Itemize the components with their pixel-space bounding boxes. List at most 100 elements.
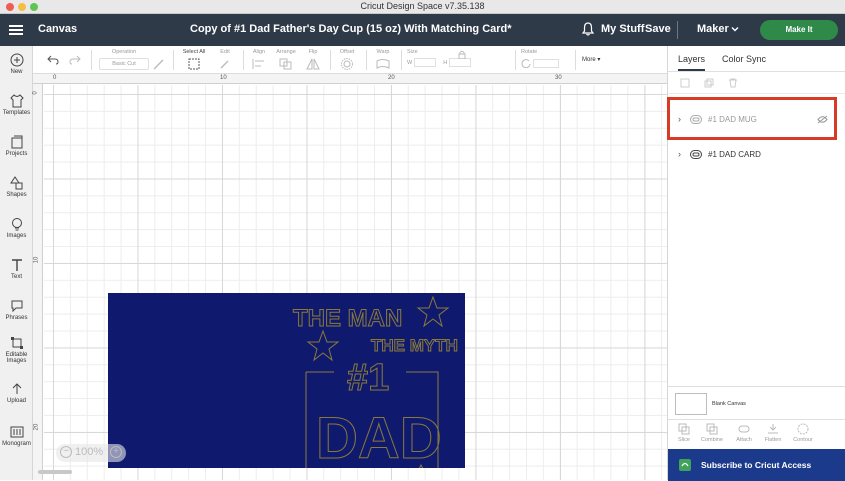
more-menu[interactable]: More ▾ [582,56,600,63]
plus-circle-icon [10,53,23,67]
sidebar-item-editable-images[interactable]: Editable Images [0,336,33,364]
sidebar-item-images[interactable]: Images [0,217,33,239]
rotate-group[interactable]: Rotate [521,49,571,70]
sidebar-item-shapes[interactable]: Shapes [0,176,33,198]
machine-selector[interactable]: Maker [697,23,729,35]
size-group[interactable]: Size W H [407,49,477,70]
layer-item[interactable]: › #1 DAD CARD [668,144,838,166]
toolbar-divider [330,50,331,70]
select-all-label: Select All [182,49,206,55]
warp-group[interactable]: Warp [372,49,394,70]
sidebar-item-new[interactable]: New [0,53,33,75]
operation-group[interactable]: Operation Basic Cut [99,49,149,70]
hamburger-icon[interactable] [9,25,23,35]
flip-icon[interactable] [306,58,320,70]
width-input[interactable] [413,58,436,67]
bulb-icon [11,218,22,231]
design-text-the-myth: THE MYTH [371,336,458,355]
bell-icon[interactable] [582,22,594,36]
duplicate-icon[interactable] [704,78,714,88]
subscribe-label: Subscribe to Cricut Access [701,460,812,470]
flatten-icon [768,424,778,434]
sidebar-item-text[interactable]: Text [0,258,33,280]
design-text-number-one: #1 [347,357,389,399]
zoom-in-icon[interactable]: + [110,446,122,458]
sidebar-item-templates[interactable]: Templates [0,94,33,116]
sidebar-item-phrases[interactable]: Phrases [0,299,33,321]
zoom-out-icon[interactable]: − [60,446,72,458]
sidebar-item-label: Phrases [5,315,28,321]
ruler-tick-label: 30 [555,75,562,81]
save-button[interactable]: Save [645,23,671,35]
undo-icon[interactable] [47,55,59,65]
trash-icon[interactable] [728,78,738,88]
flip-group[interactable]: Flip [303,49,323,70]
tool-label: Flatten [764,437,782,443]
tab-layers[interactable]: Layers [678,54,706,71]
attach-button[interactable]: Attach [730,423,758,443]
chat-icon [11,300,22,313]
subscribe-button[interactable]: Subscribe to Cricut Access [668,449,845,481]
toolbar-divider [91,50,92,70]
arrange-group[interactable]: Arrange [274,49,298,70]
sidebar-item-label: Monogram [2,441,31,447]
height-input[interactable] [448,58,471,67]
sidebar-item-monogram[interactable]: Monogram [0,425,33,447]
panel-tabs: Layers Color Sync [668,46,845,72]
align-icon[interactable] [252,58,266,70]
select-all-group[interactable]: Select All [179,49,209,70]
sidebar-item-projects[interactable]: Projects [0,135,33,157]
chevron-down-icon[interactable] [731,25,739,33]
pen-icon[interactable] [153,58,165,70]
edit-icon[interactable] [219,58,231,70]
arrange-label: Arrange [276,49,296,55]
blank-canvas-label: Blank Canvas [712,401,746,407]
design-text-dad: DAD [316,406,442,468]
lock-icon[interactable] [458,50,466,59]
sidebar-item-label: Templates [2,110,31,116]
design-artwork: THE MAN THE MYTH #1 DAD [293,295,458,468]
mug-design[interactable]: THE MAN THE MYTH #1 DAD [108,293,465,468]
sidebar-item-label: Editable Images [5,352,28,364]
rotate-input[interactable] [532,58,559,68]
tool-label: Combine [700,437,723,443]
sidebar-item-upload[interactable]: Upload [0,382,33,404]
select-all-icon[interactable] [188,58,200,70]
arrange-icon[interactable] [279,58,293,70]
slice-icon [678,423,690,435]
slice-button[interactable]: Slice [670,423,698,443]
warp-icon[interactable] [376,58,390,70]
operation-select[interactable]: Basic Cut [99,58,149,70]
ruler-tick-label: 10 [220,75,227,81]
flip-label: Flip [308,49,318,55]
align-group[interactable]: Align [249,49,269,70]
toolbar-divider [401,50,402,70]
layer-actions [668,72,845,94]
design-text-the-man: THE MAN [293,305,402,332]
contour-button[interactable]: Contour [789,423,817,443]
toolbar-divider [575,50,576,70]
horizontal-scrollbar[interactable] [38,470,72,474]
chevron-right-icon[interactable]: › [678,149,681,159]
ruler-tick-label: 0 [53,75,57,81]
app-header: Canvas Copy of #1 Dad Father's Day Cup (… [0,14,845,46]
flatten-button[interactable]: Flatten [759,423,787,443]
layer-name: #1 DAD CARD [708,150,761,159]
make-it-button[interactable]: Make It [760,20,838,40]
edit-label: Edit [220,49,230,55]
group-icon[interactable] [680,78,690,88]
shapes-icon [9,176,22,190]
zoom-level: 100% [75,446,104,458]
offset-icon[interactable] [341,58,353,70]
my-stuff-link[interactable]: My Stuff [601,23,644,35]
offset-group[interactable]: Offset [336,49,358,70]
align-label: Align [252,49,266,55]
redo-icon[interactable] [69,55,81,65]
tool-label: Slice [678,437,690,443]
combine-button[interactable]: Combine [698,423,726,443]
blank-canvas-swatch[interactable] [675,393,707,415]
tool-label: Contour [793,437,813,443]
edit-group[interactable]: Edit [215,49,235,70]
tab-color-sync[interactable]: Color Sync [722,54,766,64]
ruler-top: 0 10 20 30 [33,74,667,84]
